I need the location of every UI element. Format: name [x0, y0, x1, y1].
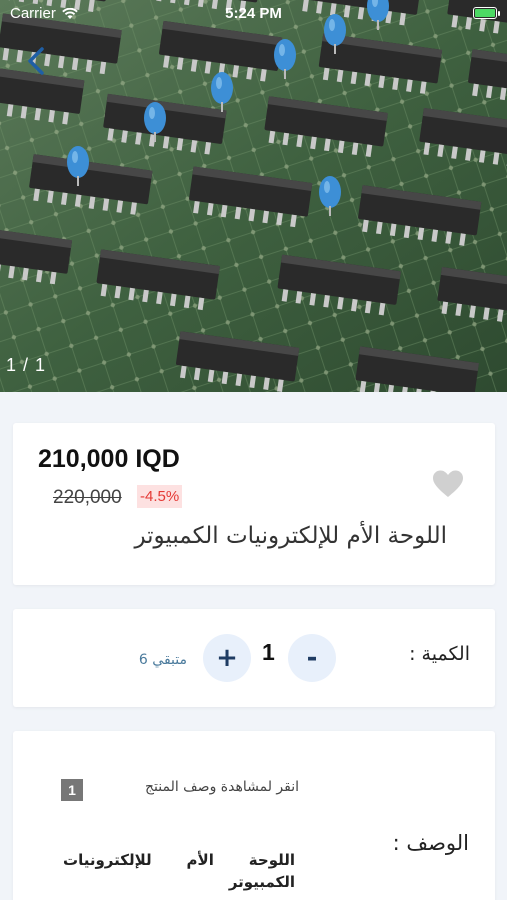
description-card: 1 انقر لمشاهدة وصف المنتج الوصف : اللوحة… — [13, 731, 495, 900]
decrease-quantity-button[interactable]: - — [288, 634, 336, 682]
old-price: 220,000 — [53, 487, 122, 508]
discount-badge: -4.5% — [137, 485, 183, 508]
quantity-label: الكمية : — [409, 643, 470, 665]
circuit-board-photo — [0, 0, 507, 392]
stock-remaining: متبقي 6 — [138, 652, 187, 668]
show-description-link[interactable]: انقر لمشاهدة وصف المنتج — [145, 779, 299, 795]
status-bar: Carrier 5:24 PM — [0, 0, 507, 28]
current-price: 210,000 IQD — [38, 445, 180, 473]
favorite-button[interactable] — [431, 469, 465, 499]
description-text: اللوحة الأم للإلكترونيات الكمبيوتر — [63, 851, 295, 891]
image-pager: 1 / 1 — [6, 355, 47, 375]
price-card: 210,000 IQD 220,000 -4.5% اللوحة الأم لل… — [13, 423, 495, 585]
heart-icon — [433, 470, 463, 497]
quantity-card: الكمية : - 1 + متبقي 6 — [13, 609, 495, 707]
chevron-left-icon — [28, 47, 44, 75]
clock: 5:24 PM — [225, 5, 282, 22]
increase-quantity-button[interactable]: + — [203, 634, 251, 682]
battery-icon — [473, 7, 500, 19]
hint-number-badge: 1 — [61, 779, 83, 801]
quantity-value: 1 — [262, 639, 275, 665]
product-image[interactable]: Carrier 5:24 PM 1 / 1 — [0, 0, 507, 392]
back-button[interactable] — [22, 44, 52, 78]
product-title: اللوحة الأم للإلكترونيات الكمبيوتر — [134, 523, 447, 549]
description-label: الوصف : — [392, 831, 469, 855]
